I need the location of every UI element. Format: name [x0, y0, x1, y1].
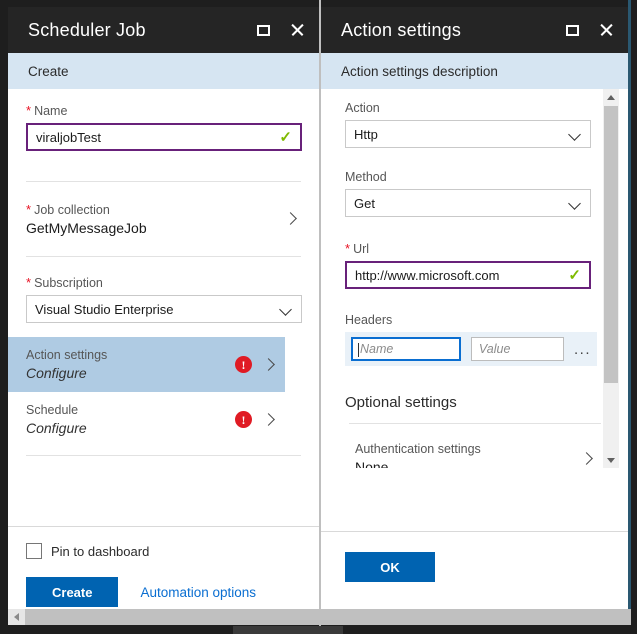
header-name-placeholder: Name — [360, 342, 394, 356]
name-label: * Name — [26, 103, 68, 118]
subscription-select[interactable]: Visual Studio Enterprise — [26, 295, 302, 323]
authentication-settings-value: None — [355, 459, 389, 468]
action-field-group: Action Http — [321, 89, 628, 148]
scrollbar-thumb[interactable] — [604, 106, 618, 383]
left-blade-title: Scheduler Job — [28, 19, 146, 40]
chevron-down-icon — [281, 304, 292, 315]
url-field-group: * Url http://www.microsoft.com ✓ — [321, 217, 628, 289]
schedule-value: Configure — [26, 420, 87, 436]
header-name-input[interactable]: Name — [351, 337, 461, 361]
subscription-label: * Subscription — [26, 275, 103, 290]
left-blade-subtitle-band: Create — [8, 53, 319, 89]
left-blade-footer: Pin to dashboard Create Automation optio… — [8, 526, 319, 619]
horizontal-scrollbar-thumb[interactable] — [25, 609, 631, 625]
url-required-star: * — [345, 241, 351, 256]
close-icon[interactable] — [596, 20, 616, 40]
headers-field-group: Headers Name Value ... — [321, 289, 628, 366]
right-blade-scroll-region: Action Http Method Get * Url http://www.… — [321, 89, 628, 468]
name-input-value: viraljobTest — [36, 129, 102, 145]
azure-portal-screen: Scheduler Job Create * Name viraljobTest … — [0, 0, 637, 634]
action-settings-row[interactable]: Action settings Configure ! — [8, 337, 285, 392]
left-footer-actions: Create Automation options — [26, 577, 301, 607]
right-window-buttons — [562, 7, 616, 53]
left-blade-body: * Name viraljobTest ✓ * Job collection Get… — [8, 89, 319, 456]
taskbar-nub — [233, 626, 343, 634]
action-label: Action — [345, 101, 380, 115]
url-input[interactable]: http://www.microsoft.com ✓ — [345, 261, 591, 289]
authentication-settings-row[interactable]: Authentication settings None — [345, 432, 597, 468]
method-value: Get — [354, 195, 375, 211]
job-collection-required-star: * — [26, 202, 32, 217]
scroll-up-arrow-icon[interactable] — [603, 89, 619, 105]
right-blade-subtitle-band: Action settings description — [321, 53, 628, 89]
action-settings-value: Configure — [26, 365, 87, 381]
chevron-down-icon — [570, 198, 581, 209]
error-icon: ! — [235, 356, 252, 373]
subscription-field-group: * Subscription Visual Studio Enterprise — [8, 265, 319, 337]
schedule-label: Schedule — [26, 403, 79, 417]
left-window-buttons — [253, 7, 307, 53]
name-field-group: * Name viraljobTest ✓ — [8, 89, 319, 151]
header-value-input[interactable]: Value — [470, 337, 564, 361]
divider — [26, 181, 301, 182]
action-settings-blade: Action settings Action settings descript… — [321, 7, 628, 619]
scroll-left-arrow-icon[interactable] — [8, 609, 24, 625]
authentication-settings-label: Authentication settings — [355, 442, 481, 456]
right-blade-footer: OK — [321, 531, 628, 619]
method-label: Method — [345, 170, 387, 184]
job-collection-row[interactable]: * Job collection GetMyMessageJob — [8, 190, 319, 248]
schedule-row[interactable]: Schedule Configure ! — [8, 392, 285, 447]
chevron-right-icon — [263, 414, 275, 426]
optional-settings-group: Optional settings Authentication setting… — [321, 366, 628, 468]
maximize-icon[interactable] — [562, 20, 582, 40]
ok-button[interactable]: OK — [345, 552, 435, 582]
job-collection-label: * Job collection — [26, 202, 110, 217]
subscription-required-star: * — [26, 275, 32, 290]
create-button[interactable]: Create — [26, 577, 119, 607]
pin-to-dashboard-label: Pin to dashboard — [51, 543, 150, 559]
pin-to-dashboard-checkbox[interactable] — [26, 543, 42, 559]
subscription-value: Visual Studio Enterprise — [35, 301, 174, 317]
close-icon[interactable] — [287, 20, 307, 40]
divider — [26, 256, 301, 257]
method-select[interactable]: Get — [345, 189, 591, 217]
name-input[interactable]: viraljobTest ✓ — [26, 123, 302, 151]
right-blade-titlebar: Action settings — [321, 7, 628, 53]
maximize-icon[interactable] — [253, 20, 273, 40]
scroll-down-arrow-icon[interactable] — [603, 452, 619, 468]
left-blade-subtitle: Create — [28, 63, 69, 79]
scheduler-job-blade: Scheduler Job Create * Name viraljobTest … — [8, 7, 319, 619]
chevron-right-icon — [285, 213, 297, 225]
name-required-star: * — [26, 103, 32, 118]
right-edge-accent — [628, 0, 631, 621]
optional-settings-heading: Optional settings — [345, 394, 457, 411]
chevron-down-icon — [570, 129, 581, 140]
right-blade-title: Action settings — [341, 19, 462, 40]
headers-entry-row: Name Value ... — [345, 332, 597, 366]
chevron-right-icon — [581, 453, 593, 465]
check-icon: ✓ — [568, 266, 581, 284]
action-settings-label: Action settings — [26, 348, 108, 362]
right-blade-subtitle: Action settings description — [341, 63, 498, 79]
method-field-group: Method Get — [321, 148, 628, 217]
right-blade-scrollbar[interactable] — [603, 89, 619, 468]
automation-options-link[interactable]: Automation options — [140, 585, 256, 600]
action-select[interactable]: Http — [345, 120, 591, 148]
headers-label: Headers — [345, 313, 393, 327]
url-input-value: http://www.microsoft.com — [355, 267, 500, 283]
divider — [348, 423, 601, 424]
error-icon: ! — [235, 411, 252, 428]
divider — [26, 455, 301, 456]
chevron-right-icon — [263, 359, 275, 371]
header-more-options-button[interactable]: ... — [574, 342, 591, 357]
url-label: * Url — [345, 241, 370, 256]
header-value-placeholder: Value — [478, 342, 511, 356]
job-collection-value: GetMyMessageJob — [26, 220, 147, 236]
text-caret — [358, 343, 359, 357]
pin-to-dashboard-row[interactable]: Pin to dashboard — [26, 543, 301, 559]
action-value: Http — [354, 126, 378, 142]
check-icon: ✓ — [279, 128, 292, 146]
horizontal-scrollbar[interactable] — [8, 609, 631, 625]
left-blade-titlebar: Scheduler Job — [8, 7, 319, 53]
